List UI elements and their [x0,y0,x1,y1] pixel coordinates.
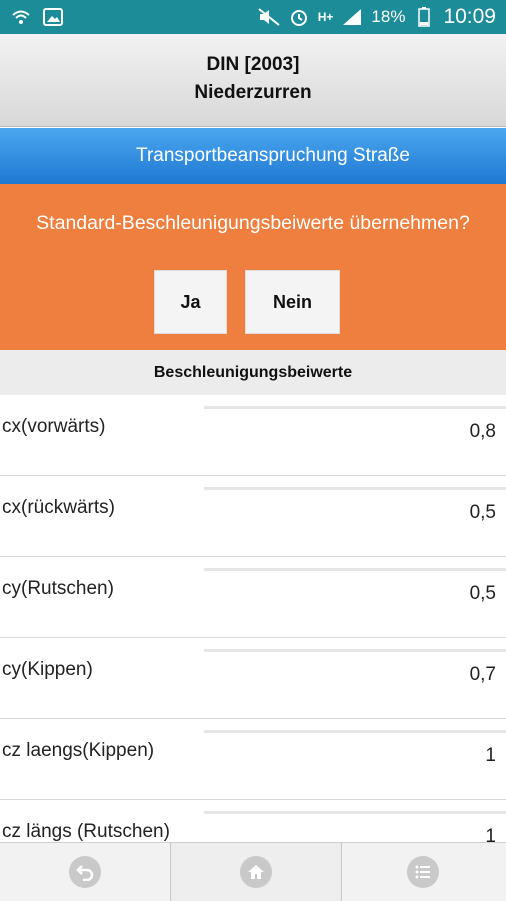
row-label: cx(vorwärts) [2,416,106,437]
list-item[interactable]: cx(rückwärts) 0,5 [0,476,506,557]
home-button[interactable] [170,843,342,901]
menu-icon [407,856,439,888]
mute-icon [258,7,280,27]
row-value-field[interactable]: 0,5 [470,583,496,605]
input-underline [204,568,506,571]
app-header: DIN [2003] Niederzurren [0,34,506,127]
row-label: cy(Kippen) [2,659,93,680]
input-underline [204,649,506,652]
battery-icon [413,7,435,27]
no-button[interactable]: Nein [245,270,340,334]
alarm-icon [288,7,310,27]
row-label: cz längs (Rutschen) [2,821,170,842]
row-value-field[interactable]: 0,7 [470,664,496,686]
input-underline [204,487,506,490]
list-item[interactable]: cy(Kippen) 0,7 [0,638,506,719]
back-icon [69,856,101,888]
list-item[interactable]: cy(Rutschen) 0,5 [0,557,506,638]
signal-icon [341,7,363,27]
bottom-nav [0,842,506,901]
list-item[interactable]: cz laengs(Kippen) 1 [0,719,506,800]
list-item[interactable]: cz längs (Rutschen) 1 [0,800,506,842]
row-value-field[interactable]: 1 [485,826,496,842]
list-item[interactable]: cx(vorwärts) 0,8 [0,395,506,476]
wifi-icon [10,7,32,27]
row-label: cy(Rutschen) [2,578,114,599]
yes-button[interactable]: Ja [154,270,227,334]
menu-button[interactable] [340,843,506,901]
row-value-field[interactable]: 0,8 [470,421,496,443]
section-title: Beschleunigungsbeiwerte [0,350,506,395]
network-type: H+ [317,10,334,24]
coefficients-list: cx(vorwärts) 0,8 cx(rückwärts) 0,5 cy(Ru… [0,395,506,842]
clock: 10:09 [443,5,496,28]
prompt-panel: Standard-Beschleunigungsbeiwerte überneh… [0,184,506,350]
header-subtitle: Niederzurren [194,82,312,103]
back-button[interactable] [0,843,170,901]
section-banner: Transportbeanspruchung Straße [0,128,506,184]
home-icon [240,856,272,888]
input-underline [204,811,506,814]
header-title: DIN [2003] [206,54,300,75]
prompt-question: Standard-Beschleunigungsbeiwerte überneh… [36,212,470,234]
input-underline [204,730,506,733]
battery-percent: 18% [371,7,406,26]
status-bar: H+ 18% 10:09 [0,0,506,34]
row-label: cx(rückwärts) [2,497,115,518]
row-value-field[interactable]: 0,5 [470,502,496,524]
row-value-field[interactable]: 1 [485,745,496,767]
input-underline [204,406,506,409]
image-icon [42,7,64,27]
row-label: cz laengs(Kippen) [2,740,155,761]
